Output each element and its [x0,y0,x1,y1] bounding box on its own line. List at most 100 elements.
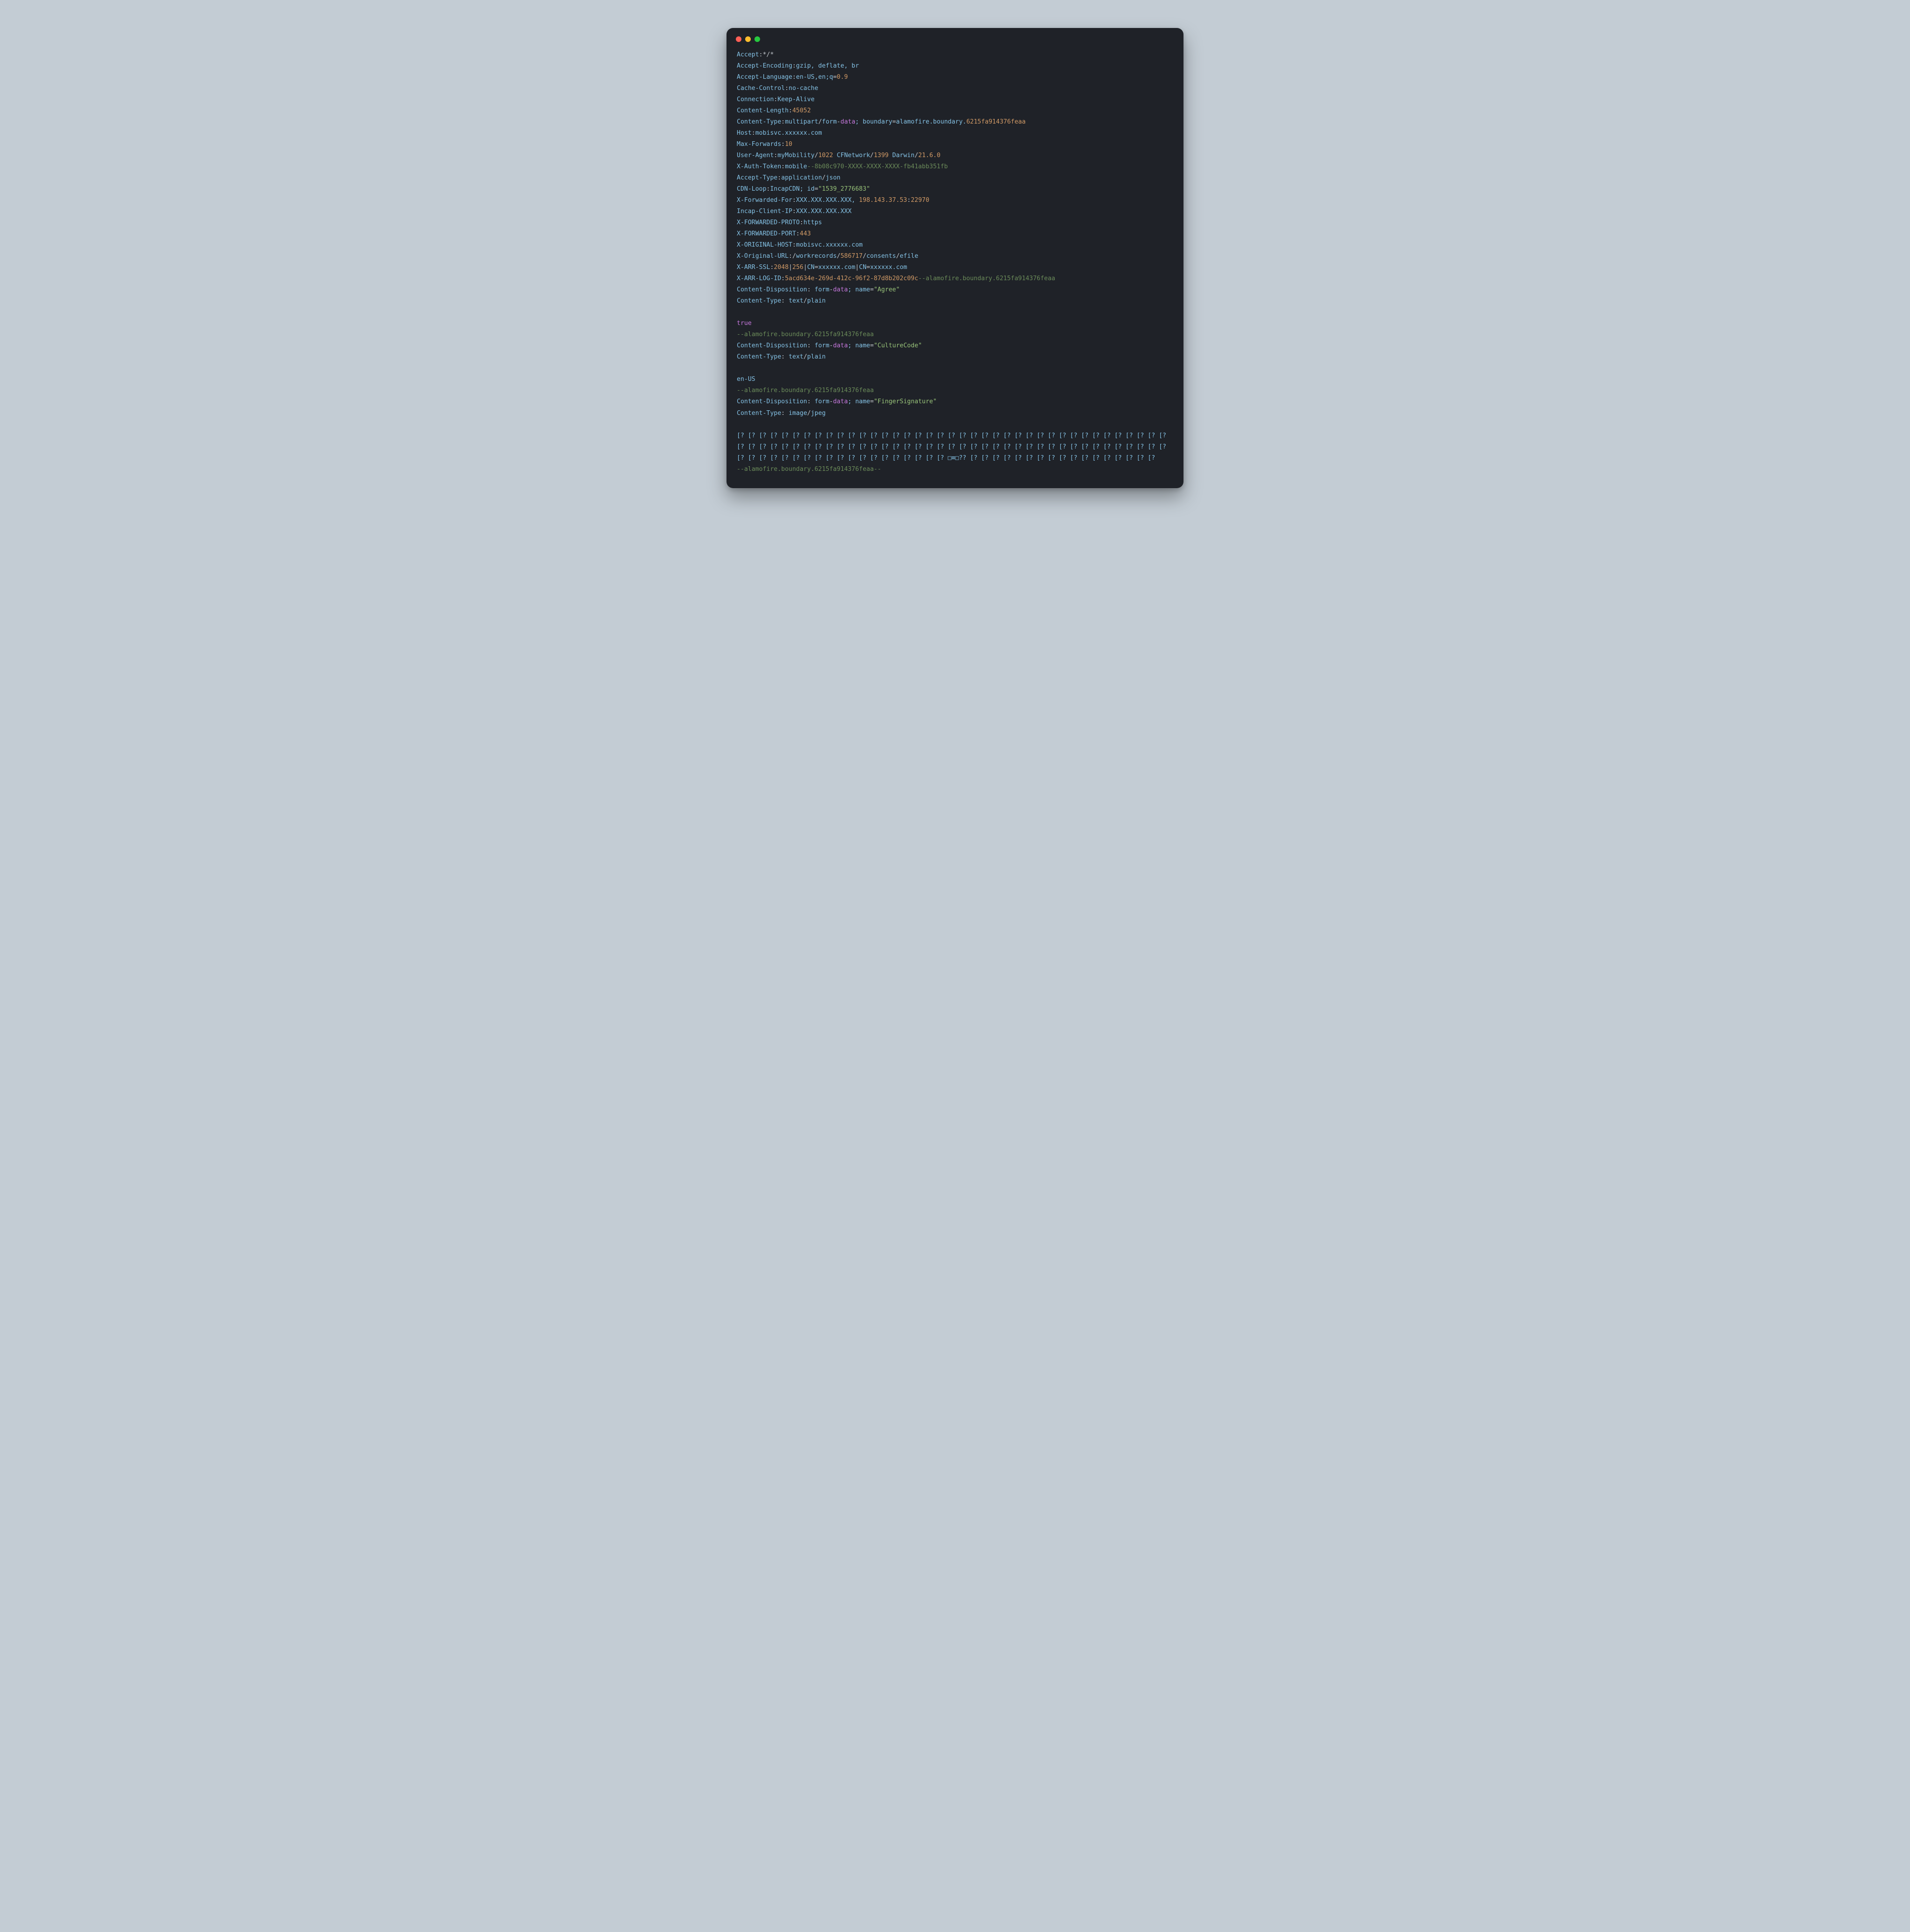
header-value: mobisvc.xxxxxx.com [796,242,863,248]
string: "Agree" [874,286,900,293]
header-key: X-ARR-LOG-ID [737,275,781,282]
header-value: https [803,219,822,226]
number: 22970 [911,197,929,204]
header-key: Incap-Client-IP [737,208,792,215]
header-value: en-US,en;q [796,74,833,81]
header-key: Connection [737,96,774,103]
header-key: X-Auth-Token [737,163,781,170]
part-value: ; name [848,342,870,349]
colon: : [792,242,796,248]
eq: = [815,186,818,193]
header-key: X-ARR-SSL [737,264,770,271]
close-icon[interactable] [736,36,741,42]
header-value: mobile [785,163,807,170]
colon: : [796,230,800,237]
eq: = [870,398,874,405]
slash: / [803,353,807,360]
header-value: application [781,174,822,181]
header-value: 5acd634e-269d-412c-96f2-87d8b202c09c [785,275,918,282]
maximize-icon[interactable] [754,36,760,42]
header-key: Accept [737,51,759,58]
code-block: Accept:*/* Accept-Encoding:gzip, deflate… [727,45,1183,488]
eq: = [870,342,874,349]
part-key: Content-Type [737,353,781,360]
number: 1022 [818,152,833,159]
minimize-icon[interactable] [745,36,751,42]
header-key: Max-Forwards [737,141,781,148]
header-key: User-Agent [737,152,774,159]
part-value: ; name [848,286,870,293]
header-key: Host [737,130,752,137]
slash: / [792,253,796,260]
header-value: Keep-Alive [777,96,814,103]
header-key: X-Forwarded-For [737,197,792,204]
keyword: data [833,398,848,405]
header-value: xxxxxx.com [818,264,855,271]
header-value: 45052 [792,107,811,114]
header-value: consents [866,253,896,260]
part-value: form [811,286,830,293]
colon: : [800,219,803,226]
part-value: plain [807,297,826,304]
header-value: CFNetwork [833,152,870,159]
terminal-window: Accept:*/* Accept-Encoding:gzip, deflate… [727,28,1183,488]
header-key: Accept-Type [737,174,777,181]
part-value: text [789,297,803,304]
colon: : [781,353,785,360]
part-key: Content-Disposition [737,286,807,293]
value: en-US [737,376,755,383]
colon: : [781,297,785,304]
number: 198.143.37.53 [859,197,907,204]
colon: : [781,410,785,417]
keyword: data [833,286,848,293]
part-key: Content-Disposition [737,342,807,349]
part-value: form [811,342,830,349]
slash: / [815,152,818,159]
header-value: xxxxxx.com [870,264,907,271]
keyword: data [840,118,855,125]
header-value: form [822,118,837,125]
header-value: CN [859,264,866,271]
header-key: Cache-Control [737,85,785,92]
colon: : [792,74,796,81]
number: 586717 [840,253,863,260]
colon: : [759,51,763,58]
part-value: form [811,398,830,405]
pipe: | [803,264,807,271]
header-key: CDN-Loop [737,186,767,193]
header-value: Darwin [889,152,915,159]
number: 1399 [874,152,889,159]
header-key: X-FORWARDED-PORT [737,230,796,237]
comment: --alamofire.boundary.6215fa914376feaa [918,275,1055,282]
header-value: ; boundary [855,118,892,125]
header-value: no-cache [789,85,818,92]
number: 6215fa914376feaa [966,118,1025,125]
header-key: Accept-Language [737,74,792,81]
header-key: Content-Length [737,107,789,114]
eq: = [815,264,818,271]
value: true [737,320,752,327]
colon: : [792,62,796,69]
header-key: Content-Type [737,118,781,125]
header-value: mobisvc.xxxxxx.com [755,130,822,137]
comment: --8b08c970-XXXX-XXXX-XXXX-fb41abb351fb [807,163,948,170]
colon: : [792,208,796,215]
header-key: Accept-Encoding [737,62,792,69]
header-value: alamofire.boundary. [896,118,967,125]
part-value: text [789,353,803,360]
boundary-end: --alamofire.boundary.6215fa914376feaa-- [737,466,881,473]
window-titlebar [727,28,1183,45]
colon: : [752,130,755,137]
header-value: workrecords [796,253,837,260]
header-value: XXX.XXX.XXX.XXX [796,208,851,215]
header-value: 443 [800,230,811,237]
header-key: X-FORWARDED-PROTO [737,219,800,226]
string: "FingerSignature" [874,398,937,405]
binary-data: [? [? [? [? [? [? [? [? [? [? [? [? [? [… [737,432,1170,462]
eq: = [870,286,874,293]
eq: = [866,264,870,271]
number: 2048 [774,264,789,271]
part-value: plain [807,353,826,360]
slash: / [863,253,866,260]
colon: : [789,107,792,114]
